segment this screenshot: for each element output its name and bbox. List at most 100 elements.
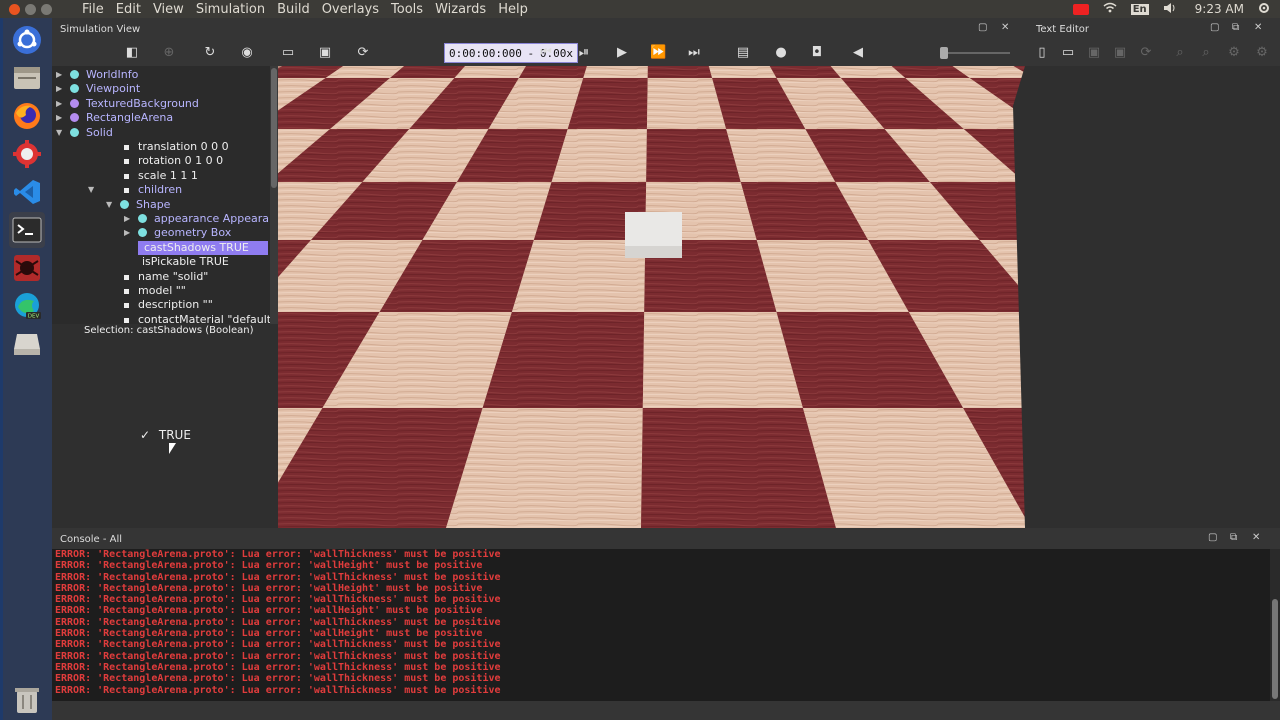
close-panel-icon[interactable]: ✕ bbox=[1254, 22, 1262, 33]
reload-world-icon[interactable]: ⟳ bbox=[355, 45, 371, 61]
text-editor-area[interactable] bbox=[1025, 66, 1280, 528]
record-icon[interactable] bbox=[1072, 3, 1089, 15]
float-panel-icon[interactable]: ⧉ bbox=[1230, 532, 1237, 543]
reset-viewpoint-icon[interactable]: ↻ bbox=[202, 45, 218, 61]
float-panel-icon[interactable]: ⧉ bbox=[1232, 22, 1239, 33]
edge-dev-icon[interactable]: DEV bbox=[9, 288, 45, 324]
files-icon[interactable] bbox=[9, 60, 45, 96]
tree-item[interactable]: ▶ Viewpoint bbox=[52, 82, 278, 96]
trash-icon[interactable] bbox=[9, 682, 45, 718]
tree-item[interactable]: description "" bbox=[52, 298, 278, 312]
open-world-icon[interactable]: ▭ bbox=[280, 45, 296, 61]
collapse-arrow-icon[interactable]: ▼ bbox=[106, 198, 112, 212]
maximize-window-button[interactable] bbox=[41, 3, 52, 15]
tree-item[interactable]: ▶ RectangleArena bbox=[52, 111, 278, 125]
screenshot-camera-icon[interactable]: ◘ bbox=[809, 45, 825, 61]
terminal-icon[interactable] bbox=[9, 212, 45, 248]
expand-arrow-icon[interactable]: ▶ bbox=[56, 82, 62, 96]
save-world-icon[interactable]: ▣ bbox=[317, 45, 333, 61]
step-icon[interactable]: ⏯ bbox=[576, 45, 592, 61]
expand-arrow-icon[interactable]: ▶ bbox=[56, 68, 62, 82]
menu-help[interactable]: Help bbox=[492, 2, 534, 17]
record-animation-icon[interactable]: ● bbox=[773, 45, 789, 61]
movie-icon[interactable]: ▤ bbox=[735, 45, 751, 61]
save-as-icon[interactable]: ▣ bbox=[1112, 45, 1128, 61]
menu-file[interactable]: File bbox=[76, 2, 110, 17]
tree-item[interactable]: translation 0 0 0 bbox=[52, 140, 278, 154]
tree-item[interactable]: ▼ Shape bbox=[52, 198, 278, 212]
float-panel-icon[interactable]: ▢ bbox=[978, 22, 987, 33]
save-file-icon[interactable]: ▣ bbox=[1086, 45, 1102, 61]
volume-slider-track[interactable] bbox=[940, 52, 1010, 54]
scene-tree-scroll-thumb[interactable] bbox=[271, 68, 277, 188]
add-node-icon[interactable]: ⊕ bbox=[161, 45, 177, 61]
firefox-icon[interactable] bbox=[9, 98, 45, 134]
collapse-arrow-icon[interactable]: ▼ bbox=[56, 126, 62, 140]
find-icon[interactable]: ⌕ bbox=[1172, 45, 1188, 61]
open-file-icon[interactable]: ▭ bbox=[1060, 45, 1076, 61]
play-icon[interactable]: ▶ bbox=[614, 45, 630, 61]
collapse-arrow-icon[interactable]: ▼ bbox=[88, 183, 94, 197]
fastest-icon[interactable]: ⏭ bbox=[686, 45, 702, 61]
expand-arrow-icon[interactable]: ▶ bbox=[124, 212, 130, 226]
volume-icon[interactable] bbox=[1163, 2, 1177, 17]
expand-arrow-icon[interactable]: ▶ bbox=[124, 226, 130, 240]
revert-icon[interactable]: ⟳ bbox=[1138, 45, 1154, 61]
tree-item[interactable]: ▼ children bbox=[52, 183, 278, 197]
mute-sound-icon[interactable]: ◀ bbox=[850, 45, 866, 61]
tree-item[interactable]: ▶ TexturedBackground bbox=[52, 97, 278, 111]
checkbox-checkmark-icon[interactable]: ✓ bbox=[140, 428, 150, 442]
console-output[interactable]: ERROR: 'RectangleArena.proto': Lua error… bbox=[52, 549, 1270, 701]
clock[interactable]: 9:23 AM bbox=[1195, 2, 1244, 16]
new-file-icon[interactable]: ▯ bbox=[1034, 45, 1050, 61]
tree-item[interactable]: isPickable TRUE bbox=[52, 255, 278, 269]
tree-item[interactable]: contactMaterial "default" bbox=[52, 313, 278, 324]
settings-gear-icon[interactable] bbox=[1258, 2, 1270, 17]
replace-icon[interactable]: ⌕ bbox=[1198, 45, 1214, 61]
tree-item[interactable]: ▼ Solid bbox=[52, 126, 278, 140]
menu-view[interactable]: View bbox=[147, 2, 190, 17]
tree-item[interactable]: ▶ appearance Appearance bbox=[52, 212, 278, 226]
expand-arrow-icon[interactable]: ▶ bbox=[56, 97, 62, 111]
view-eye-icon[interactable]: ◉ bbox=[239, 45, 255, 61]
close-panel-icon[interactable]: ✕ bbox=[1001, 22, 1009, 33]
menu-overlays[interactable]: Overlays bbox=[316, 2, 385, 17]
toggle-scene-tree-icon[interactable]: ◧ bbox=[124, 45, 140, 61]
expand-arrow-icon[interactable]: ▶ bbox=[56, 111, 62, 125]
fast-forward-icon[interactable]: ⏩ bbox=[650, 45, 666, 61]
close-panel-icon[interactable]: ✕ bbox=[1252, 532, 1260, 543]
3d-viewport[interactable] bbox=[278, 66, 1025, 528]
menu-wizards[interactable]: Wizards bbox=[429, 2, 492, 17]
tree-item[interactable]: scale 1 1 1 bbox=[52, 169, 278, 183]
scene-tree-scrollbar[interactable] bbox=[270, 66, 278, 324]
tree-item[interactable]: rotation 0 1 0 0 bbox=[52, 154, 278, 168]
keyboard-language-indicator[interactable]: En bbox=[1130, 3, 1149, 15]
menu-build[interactable]: Build bbox=[271, 2, 316, 17]
software-updater-icon[interactable] bbox=[9, 136, 45, 172]
reset-simulation-icon[interactable]: ⏮ bbox=[538, 45, 554, 61]
checkered-floor[interactable] bbox=[278, 66, 1025, 528]
menu-simulation[interactable]: Simulation bbox=[190, 2, 271, 17]
ubuntu-logo-icon[interactable] bbox=[9, 22, 45, 58]
tree-item[interactable]: ▶ WorldInfo bbox=[52, 68, 278, 82]
volume-slider-handle[interactable] bbox=[940, 47, 948, 59]
tree-item[interactable]: name "solid" bbox=[52, 270, 278, 284]
menu-edit[interactable]: Edit bbox=[110, 2, 147, 17]
close-window-button[interactable] bbox=[9, 3, 20, 15]
minimize-panel-icon[interactable]: ▢ bbox=[1208, 532, 1217, 543]
vscode-icon[interactable] bbox=[9, 174, 45, 210]
minimize-panel-icon[interactable]: ▢ bbox=[1210, 22, 1219, 33]
webots-icon[interactable] bbox=[9, 250, 45, 286]
tree-item[interactable]: model "" bbox=[52, 284, 278, 298]
menu-tools[interactable]: Tools bbox=[385, 2, 429, 17]
minimize-window-button[interactable] bbox=[25, 3, 36, 15]
tree-item[interactable]: ▶ geometry Box bbox=[52, 226, 278, 240]
drive-icon[interactable] bbox=[9, 326, 45, 362]
tree-item[interactable]: castShadows TRUE bbox=[138, 240, 268, 255]
boolean-checkbox[interactable]: ✓ TRUE bbox=[140, 428, 191, 442]
console-scrollbar[interactable] bbox=[1270, 549, 1280, 701]
scene-tree[interactable]: ▶ WorldInfo ▶ Viewpoint ▶ TexturedBackground ▶… bbox=[52, 66, 278, 324]
build-gear-icon[interactable]: ⚙ bbox=[1226, 45, 1242, 61]
wifi-icon[interactable] bbox=[1103, 2, 1117, 16]
console-scroll-thumb[interactable] bbox=[1272, 599, 1278, 699]
